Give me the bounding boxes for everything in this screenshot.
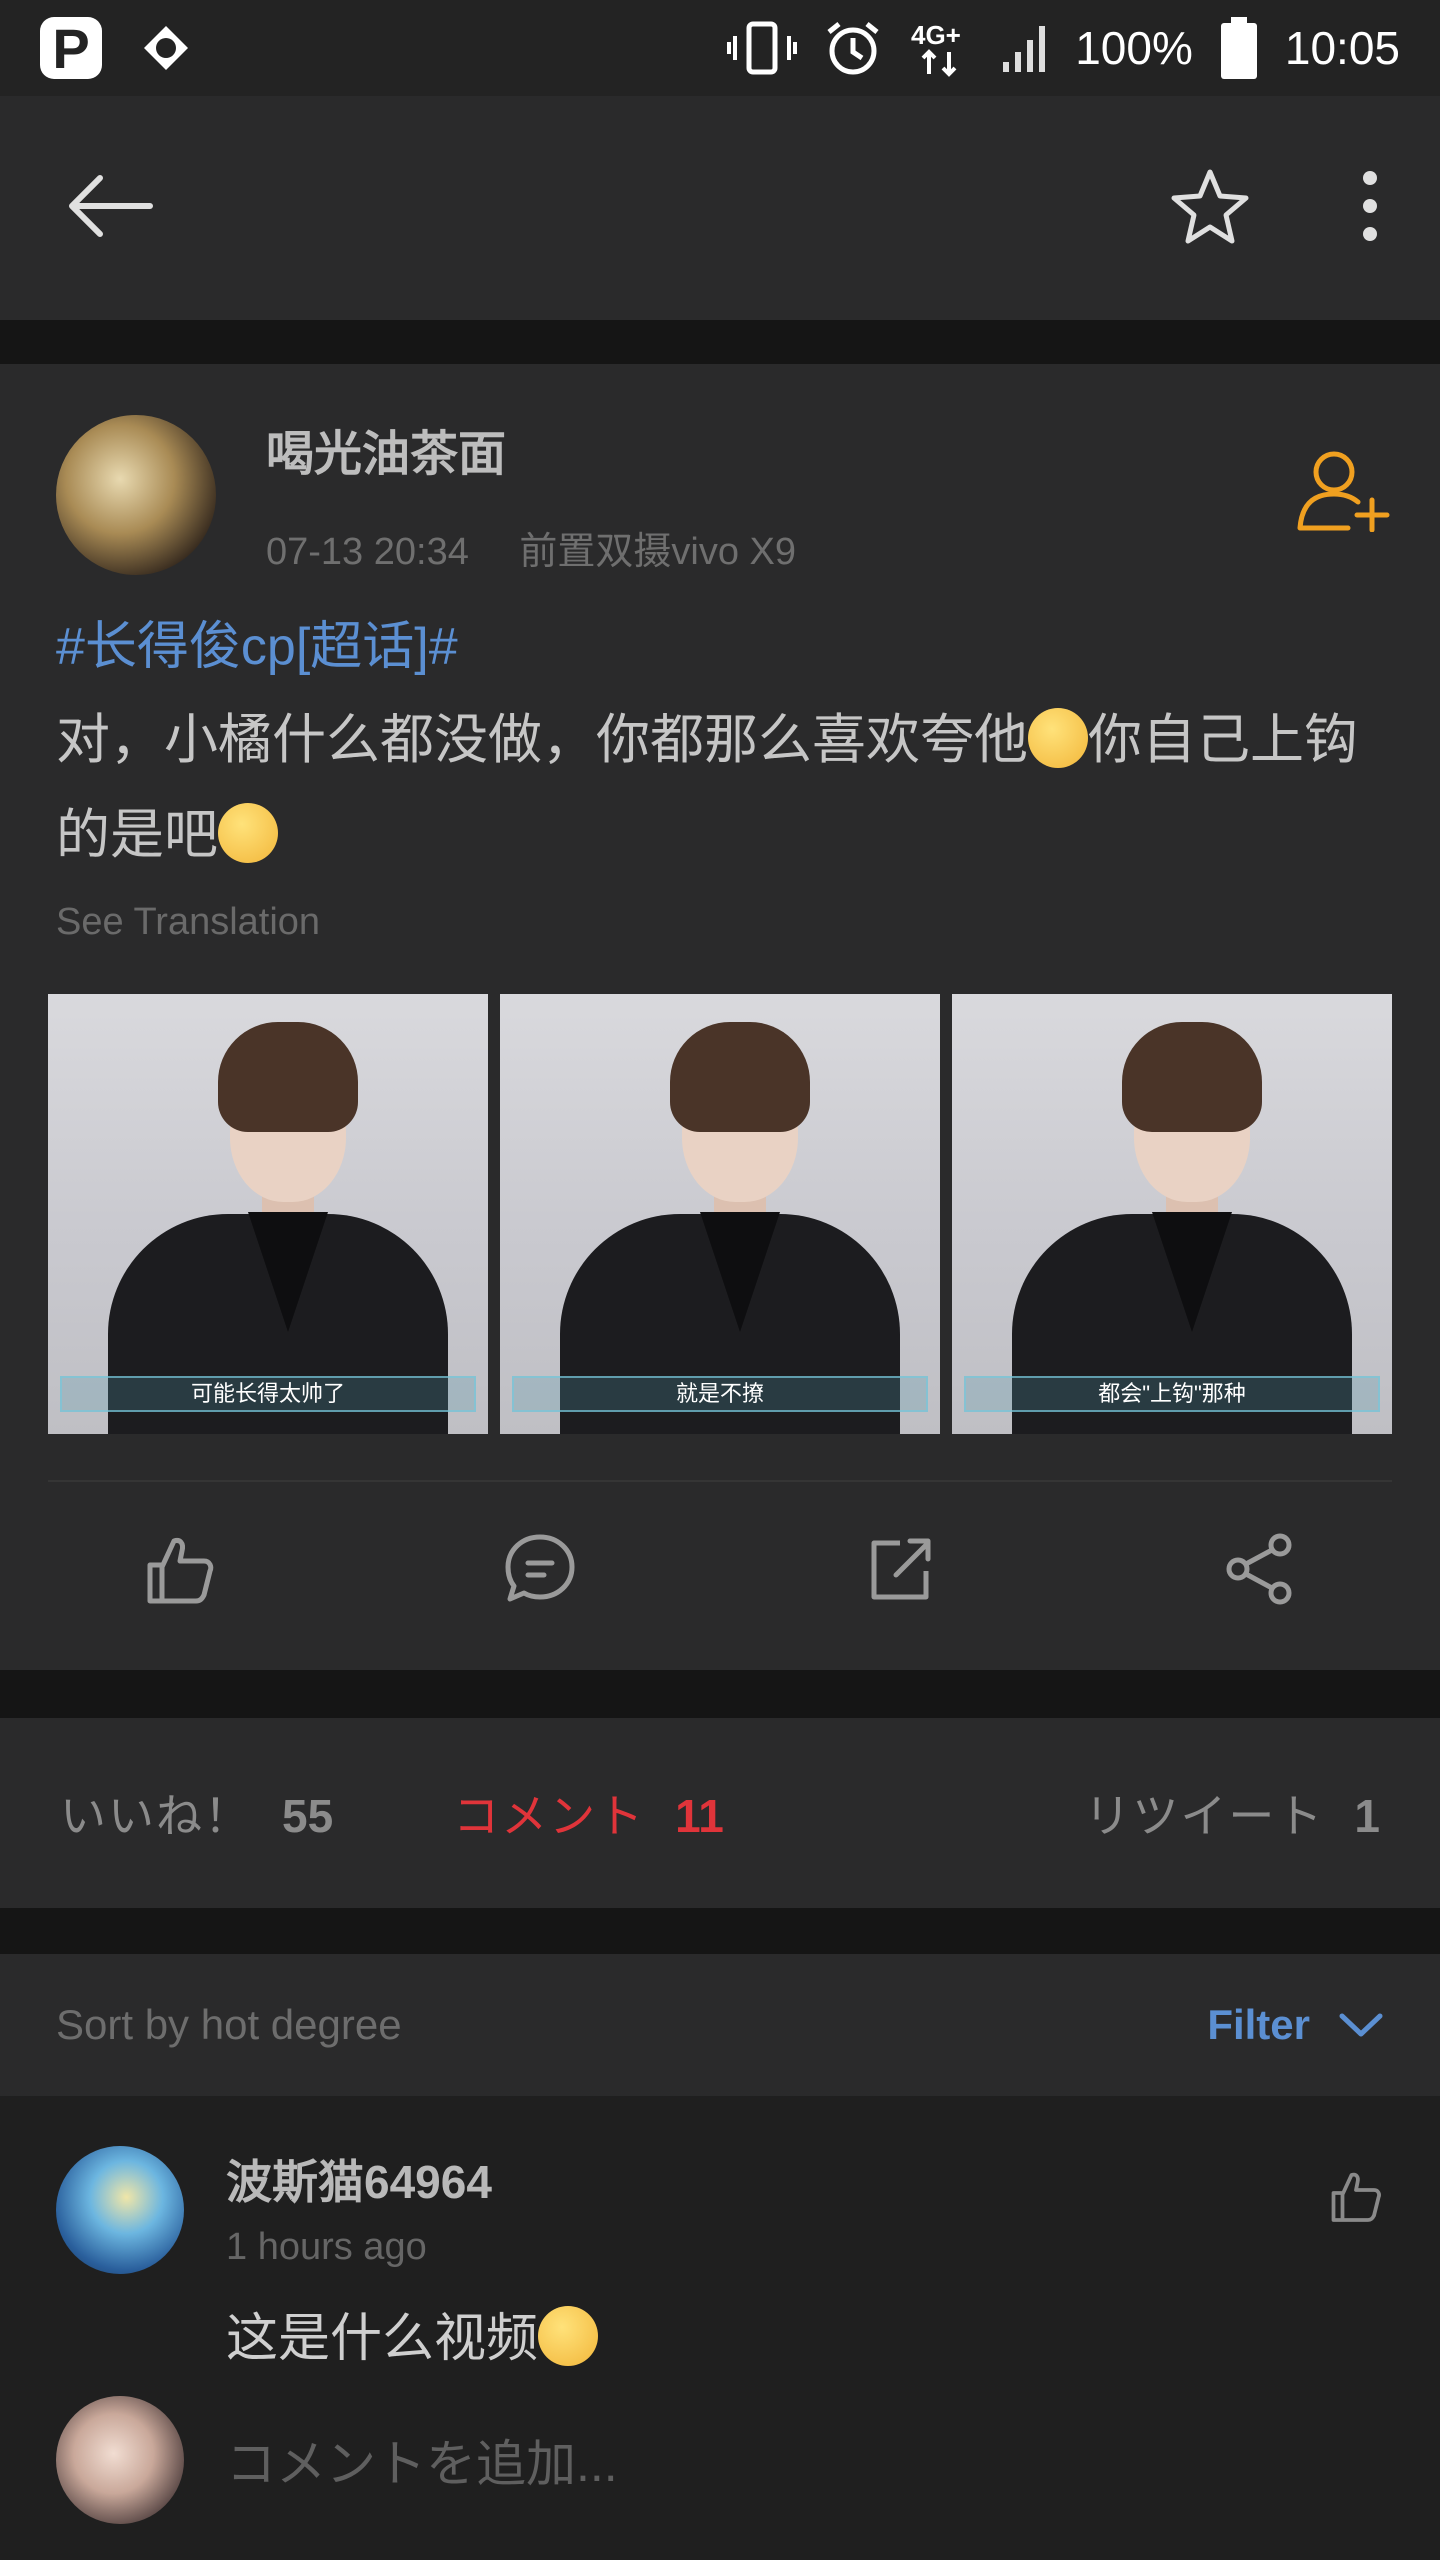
- separator-band: [0, 1670, 1440, 1718]
- post-body: #长得俊cp[超话]# 对，小橘什么都没做，你都那么喜欢夸他 你自己上钩的是吧 S…: [56, 604, 1396, 944]
- photo-thumbnail[interactable]: 都会"上钩"那种: [952, 994, 1392, 1434]
- commenter-name[interactable]: 波斯猫64964: [226, 2146, 492, 2212]
- tears-of-joy-emoji-icon: [218, 803, 278, 863]
- hashtag-link[interactable]: #长得俊cp[超话]#: [56, 604, 1396, 679]
- comments-label: コメント: [453, 1790, 646, 1842]
- separator-band: [0, 320, 1440, 364]
- photo-caption: 都会"上钩"那种: [964, 1376, 1380, 1412]
- thumbs-up-icon: [147, 1538, 214, 1604]
- drooling-emoji-icon: [1028, 708, 1088, 768]
- post-date: 07-13 20:34: [266, 531, 469, 573]
- author-info: 喝光油茶面 07-13 20:34 前置双摄vivo X9: [266, 414, 796, 575]
- comment-time: 1 hours ago: [226, 2226, 427, 2268]
- filter-label: Filter: [1207, 2001, 1310, 2048]
- more-vertical-icon[interactable]: [1360, 166, 1380, 251]
- sort-label[interactable]: Sort by hot degree: [56, 2001, 402, 2049]
- current-user-avatar: [56, 2396, 184, 2524]
- commenter-avatar[interactable]: [56, 2146, 184, 2274]
- network-label: 4G+: [911, 20, 961, 50]
- retweets-tab[interactable]: リツイート 1: [1084, 1780, 1380, 1846]
- likes-count: 55: [282, 1790, 334, 1842]
- photo-grid: 可能长得太帅了 就是不撩 都会"上钩"那种: [48, 994, 1392, 1434]
- separator-band: [0, 1908, 1440, 1954]
- app-p-icon: P: [40, 17, 102, 80]
- comment-like-button[interactable]: [1326, 2166, 1386, 2231]
- sort-bar: Sort by hot degree Filter: [0, 1954, 1440, 2096]
- post-header: 喝光油茶面 07-13 20:34 前置双摄vivo X9: [56, 414, 796, 575]
- top-toolbar: [0, 96, 1440, 320]
- comment-item: 波斯猫64964 1 hours ago 这是什么视频: [56, 2146, 1386, 2406]
- post-device: 前置双摄vivo X9: [519, 531, 797, 573]
- repost-button[interactable]: [720, 1514, 1080, 1624]
- crying-laughing-emoji-icon: [538, 2306, 599, 2366]
- photo-thumbnail[interactable]: 就是不撩: [500, 994, 940, 1434]
- alarm-icon: [823, 18, 883, 78]
- comments-count: 11: [675, 1790, 724, 1842]
- post-text-part1: 对，小橘什么都没做，你都那么喜欢夸他: [56, 710, 1028, 770]
- signal-icon: [999, 20, 1049, 76]
- add-comment-input[interactable]: コメントを追加...: [226, 2424, 618, 2496]
- comment-text-body: 这是什么视频: [226, 2310, 539, 2368]
- clock: 10:05: [1284, 22, 1400, 74]
- author-name[interactable]: 喝光油茶面: [266, 414, 796, 484]
- stats-bar: いいね！ 55 コメント 11 リツイート 1: [0, 1718, 1440, 1908]
- comments-tab[interactable]: コメント 11: [453, 1780, 724, 1846]
- share-button[interactable]: [1080, 1514, 1440, 1624]
- follow-user-icon[interactable]: [1294, 446, 1390, 537]
- comment-icon: [505, 1534, 575, 1602]
- likes-label: いいね！: [60, 1790, 252, 1842]
- external-share-icon: [871, 1538, 931, 1600]
- divider: [48, 1480, 1392, 1482]
- post-text: 对，小橘什么都没做，你都那么喜欢夸他 你自己上钩的是吧: [56, 693, 1396, 883]
- status-bar: P 4G+ 100% 10:05: [0, 0, 1440, 96]
- photo-caption: 就是不撩: [512, 1376, 928, 1412]
- comment-text: 这是什么视频: [226, 2296, 599, 2371]
- app-icon: [134, 16, 198, 80]
- see-translation-link[interactable]: See Translation: [56, 901, 1396, 944]
- action-bar: [0, 1514, 1440, 1624]
- chevron-down-icon: [1339, 2013, 1383, 2037]
- retweets-label: リツイート: [1084, 1790, 1325, 1842]
- retweets-count: 1: [1354, 1790, 1380, 1842]
- thumbs-up-icon: [1331, 2172, 1381, 2222]
- likes-tab[interactable]: いいね！ 55: [60, 1780, 333, 1846]
- star-icon[interactable]: [1170, 166, 1250, 251]
- battery-icon: [1219, 17, 1259, 79]
- vibrate-icon: [727, 18, 798, 78]
- comment-button[interactable]: [360, 1514, 720, 1624]
- post-card: 喝光油茶面 07-13 20:34 前置双摄vivo X9 #长得俊cp[超话]…: [0, 364, 1440, 1670]
- like-button[interactable]: [0, 1514, 360, 1624]
- back-arrow-icon[interactable]: [60, 166, 160, 251]
- author-avatar[interactable]: [56, 414, 216, 575]
- share-icon: [1226, 1533, 1292, 1605]
- photo-caption: 可能长得太帅了: [60, 1376, 476, 1412]
- comment-composer: コメントを追加...: [56, 2396, 618, 2524]
- filter-button[interactable]: Filter: [1207, 2001, 1384, 2049]
- post-meta: 07-13 20:34 前置双摄vivo X9: [266, 520, 796, 575]
- photo-thumbnail[interactable]: 可能长得太帅了: [48, 994, 488, 1434]
- battery-percent: 100%: [1075, 22, 1193, 74]
- network-4g-icon: 4G+: [909, 18, 973, 78]
